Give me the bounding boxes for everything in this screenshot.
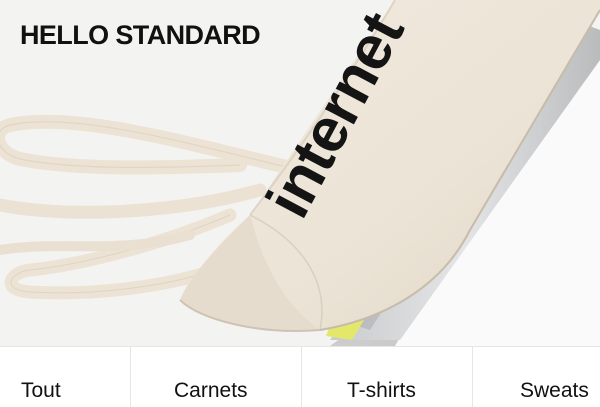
nav-item-label: Sweats <box>520 379 589 402</box>
brand-logo[interactable]: HELLO STANDARD <box>20 22 261 49</box>
nav-item-sweats[interactable]: Sweats <box>472 347 600 407</box>
nav-item-carnets[interactable]: Carnets <box>130 347 301 407</box>
category-nav: Tout Carnets T-shirts Sweats <box>0 346 600 407</box>
nav-item-label: Tout <box>21 379 61 402</box>
nav-item-t-shirts[interactable]: T-shirts <box>301 347 472 407</box>
hero-banner[interactable]: internet HELLO STANDARD <box>0 0 600 346</box>
nav-item-label: T-shirts <box>347 379 416 402</box>
hero-product-photo: internet <box>0 0 600 346</box>
nav-item-tout[interactable]: Tout <box>0 347 130 407</box>
nav-item-label: Carnets <box>174 379 248 402</box>
